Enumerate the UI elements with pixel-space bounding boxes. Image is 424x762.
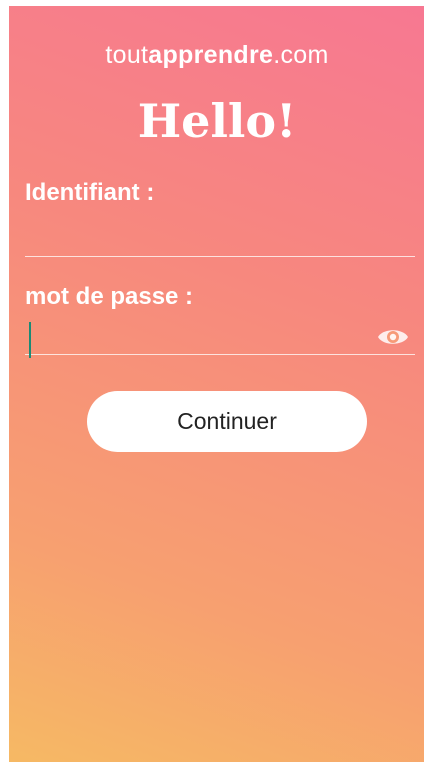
- username-field-container: [25, 214, 415, 257]
- username-label: Identifiant :: [25, 179, 155, 206]
- brand-prefix: tout: [105, 41, 149, 69]
- password-input[interactable]: [25, 312, 365, 352]
- brand-bold: apprendre: [148, 41, 274, 69]
- brand-suffix: .com: [273, 41, 329, 69]
- login-screen: toutapprendre.com Hello! Identifiant : m…: [9, 6, 424, 762]
- password-field-container: [25, 312, 415, 358]
- eye-icon[interactable]: [377, 326, 409, 348]
- text-caret: [29, 322, 31, 358]
- password-label: mot de passe :: [25, 283, 194, 310]
- brand-logo: toutapprendre.com: [9, 41, 424, 70]
- username-input[interactable]: [25, 214, 365, 254]
- greeting-title: Hello!: [137, 94, 297, 148]
- continue-button[interactable]: Continuer: [87, 391, 367, 452]
